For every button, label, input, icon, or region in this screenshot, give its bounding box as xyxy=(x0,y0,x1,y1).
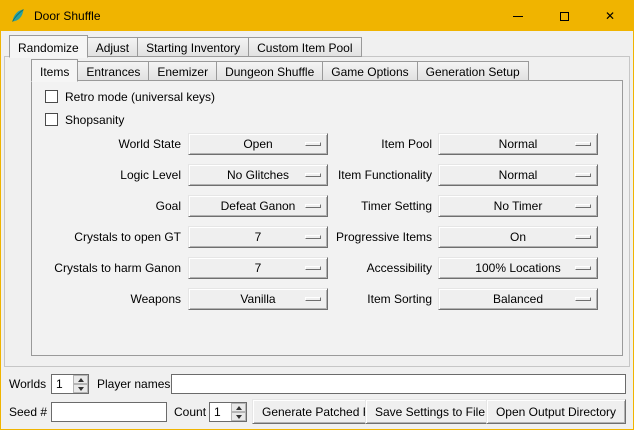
tab-entrances[interactable]: Entrances xyxy=(77,61,149,81)
worlds-label: Worlds xyxy=(9,373,46,395)
seed-row: Seed # Count 1 Generate Patched Rom Save… xyxy=(9,399,626,425)
primary-tabbar: Randomize Adjust Starting Inventory Cust… xyxy=(9,34,361,57)
tab-items[interactable]: Items xyxy=(31,59,78,82)
item-functionality-value: Normal xyxy=(499,168,538,182)
secondary-tabbar: Items Entrances Enemizer Dungeon Shuffle… xyxy=(31,58,528,81)
save-settings-button[interactable]: Save Settings to File xyxy=(365,399,495,424)
arrow-down-icon xyxy=(78,387,84,391)
close-button[interactable]: ✕ xyxy=(587,1,633,31)
field-row: Goal Defeat Ganon Timer Setting No Timer xyxy=(1,195,633,217)
count-label: Count xyxy=(174,399,206,425)
goal-label: Goal xyxy=(31,195,181,217)
item-pool-label: Item Pool xyxy=(296,133,432,155)
world-state-value: Open xyxy=(243,137,272,151)
dropdown-indicator-icon xyxy=(575,235,591,239)
maximize-button[interactable] xyxy=(541,1,587,31)
window-controls: ✕ xyxy=(495,1,633,31)
field-row: Logic Level No Glitches Item Functionali… xyxy=(1,164,633,186)
dropdown-indicator-icon xyxy=(575,204,591,208)
titlebar[interactable]: Door Shuffle ✕ xyxy=(1,1,633,31)
dropdown-indicator-icon xyxy=(575,142,591,146)
dropdown-indicator-icon xyxy=(575,297,591,301)
accessibility-value: 100% Locations xyxy=(475,261,560,275)
tab-enemizer[interactable]: Enemizer xyxy=(148,61,217,81)
worlds-spinner[interactable]: 1 xyxy=(51,374,89,394)
worlds-spin-arrows xyxy=(73,375,88,393)
field-row: Crystals to harm Ganon 7 Accessibility 1… xyxy=(1,257,633,279)
open-output-directory-button[interactable]: Open Output Directory xyxy=(486,399,626,424)
arrow-up-icon xyxy=(236,406,242,410)
retro-mode-row: Retro mode (universal keys) xyxy=(45,89,215,104)
accessibility-select[interactable]: 100% Locations xyxy=(438,257,598,279)
weapons-label: Weapons xyxy=(31,288,181,310)
minimize-button[interactable] xyxy=(495,1,541,31)
shopsanity-checkbox[interactable] xyxy=(45,113,58,126)
crystals-ganon-value: 7 xyxy=(255,261,262,275)
count-spin-arrows xyxy=(231,403,246,421)
count-spin-down-button[interactable] xyxy=(231,412,246,421)
item-functionality-select[interactable]: Normal xyxy=(438,164,598,186)
retro-mode-label: Retro mode (universal keys) xyxy=(65,90,215,104)
item-sorting-label: Item Sorting xyxy=(296,288,432,310)
progressive-items-value: On xyxy=(510,230,526,244)
close-icon: ✕ xyxy=(605,10,615,22)
tab-generation-setup[interactable]: Generation Setup xyxy=(417,61,529,81)
seed-label: Seed # xyxy=(9,399,47,425)
tab-adjust[interactable]: Adjust xyxy=(87,37,138,57)
crystals-gt-value: 7 xyxy=(255,230,262,244)
player-names-input[interactable] xyxy=(171,374,626,394)
field-row: World State Open Item Pool Normal xyxy=(1,133,633,155)
weapons-value: Vanilla xyxy=(240,292,275,306)
crystals-ganon-label: Crystals to harm Ganon xyxy=(31,257,181,279)
tab-game-options[interactable]: Game Options xyxy=(322,61,417,81)
shopsanity-row: Shopsanity xyxy=(45,112,124,127)
seed-input[interactable] xyxy=(51,402,167,422)
worlds-value: 1 xyxy=(52,375,73,393)
crystals-gt-label: Crystals to open GT xyxy=(31,226,181,248)
item-pool-value: Normal xyxy=(499,137,538,151)
goal-value: Defeat Ganon xyxy=(221,199,296,213)
dropdown-indicator-icon xyxy=(575,266,591,270)
shopsanity-label: Shopsanity xyxy=(65,113,124,127)
tab-dungeon-shuffle[interactable]: Dungeon Shuffle xyxy=(216,61,323,81)
player-names-label: Player names xyxy=(97,373,170,395)
app-window: Door Shuffle ✕ Randomize Adjust Starting… xyxy=(0,0,634,430)
worlds-spin-down-button[interactable] xyxy=(73,384,88,393)
dropdown-indicator-icon xyxy=(575,173,591,177)
retro-mode-checkbox[interactable] xyxy=(45,90,58,103)
logic-level-value: No Glitches xyxy=(227,168,289,182)
worlds-row: Worlds 1 Player names xyxy=(9,373,626,395)
field-row: Crystals to open GT 7 Progressive Items … xyxy=(1,226,633,248)
tab-custom-item-pool[interactable]: Custom Item Pool xyxy=(248,37,361,57)
item-pool-select[interactable]: Normal xyxy=(438,133,598,155)
worlds-spin-up-button[interactable] xyxy=(73,375,88,384)
timer-setting-select[interactable]: No Timer xyxy=(438,195,598,217)
timer-setting-label: Timer Setting xyxy=(296,195,432,217)
app-icon xyxy=(10,8,26,24)
arrow-up-icon xyxy=(78,378,84,382)
timer-setting-value: No Timer xyxy=(494,199,543,213)
tab-starting-inventory[interactable]: Starting Inventory xyxy=(137,37,249,57)
window-title: Door Shuffle xyxy=(34,9,101,23)
arrow-down-icon xyxy=(236,415,242,419)
field-row: Weapons Vanilla Item Sorting Balanced xyxy=(1,288,633,310)
logic-level-label: Logic Level xyxy=(31,164,181,186)
progressive-items-label: Progressive Items xyxy=(296,226,432,248)
minimize-icon xyxy=(513,16,523,17)
item-sorting-value: Balanced xyxy=(493,292,543,306)
progressive-items-select[interactable]: On xyxy=(438,226,598,248)
count-spinner[interactable]: 1 xyxy=(209,402,247,422)
world-state-label: World State xyxy=(31,133,181,155)
count-spin-up-button[interactable] xyxy=(231,403,246,412)
item-functionality-label: Item Functionality xyxy=(296,164,432,186)
maximize-icon xyxy=(560,12,569,21)
accessibility-label: Accessibility xyxy=(296,257,432,279)
count-value: 1 xyxy=(210,403,231,421)
tab-randomize[interactable]: Randomize xyxy=(9,35,88,58)
item-sorting-select[interactable]: Balanced xyxy=(438,288,598,310)
